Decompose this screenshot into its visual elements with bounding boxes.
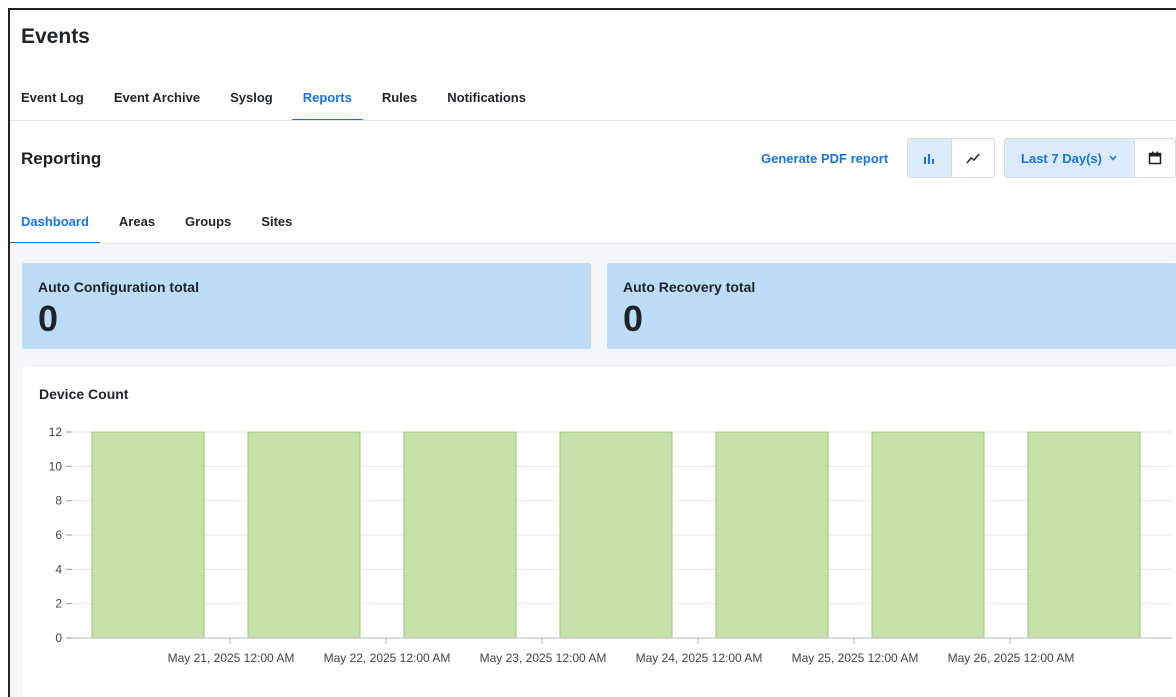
bar: [1027, 431, 1141, 639]
events-window: Events Event Log Event Archive Syslog Re…: [8, 8, 1176, 697]
bar: [871, 431, 985, 639]
reporting-title: Reporting: [21, 149, 102, 168]
date-range-label: Last 7 Day(s): [1021, 150, 1102, 166]
chevron-down-icon: [1109, 155, 1117, 161]
x-tick-label: May 23, 2025 12:00 AM: [480, 651, 607, 665]
device-count-chart: 0 2 4 6 8 10 12 May 21, 2025 12:00 AM May 22, 20…: [49, 425, 1172, 665]
bar: [559, 431, 673, 639]
x-tick-label: May 25, 2025 12:00 AM: [792, 651, 919, 665]
line-chart-icon: [966, 153, 980, 164]
tab-groups[interactable]: Groups: [174, 202, 242, 244]
bar-chart-icon: [924, 154, 935, 164]
kpi-auto-configuration: Auto Configuration total 0: [22, 263, 591, 349]
bar: [715, 431, 829, 639]
date-range-select[interactable]: Last 7 Day(s): [1005, 139, 1134, 177]
calendar-button[interactable]: [1134, 139, 1175, 177]
kpi-value: 0: [623, 298, 644, 339]
kpi-label: Auto Configuration total: [38, 279, 199, 295]
tab-notifications[interactable]: Notifications: [436, 78, 537, 121]
calendar-icon: [1148, 151, 1162, 165]
y-tick-label: 10: [49, 459, 63, 473]
line-view-button[interactable]: [950, 139, 995, 177]
kpi-auto-recovery: Auto Recovery total 0: [607, 263, 1176, 349]
bar: [247, 431, 361, 639]
y-tick-label: 0: [55, 631, 62, 645]
x-tick-label: May 21, 2025 12:00 AM: [168, 651, 295, 665]
report-sub-tabs: Dashboard Areas Groups Sites: [10, 202, 311, 244]
tab-event-archive[interactable]: Event Archive: [103, 78, 211, 121]
page-title: Events: [21, 25, 90, 48]
tab-syslog[interactable]: Syslog: [219, 78, 284, 121]
tab-sites[interactable]: Sites: [250, 202, 303, 244]
tab-reports[interactable]: Reports: [291, 78, 363, 121]
tab-rules[interactable]: Rules: [371, 78, 428, 121]
x-tick-label: May 26, 2025 12:00 AM: [948, 651, 1075, 665]
y-tick-label: 6: [55, 528, 62, 542]
device-count-card: Device Count 0 2 4 6 8 10 12 May 21, 2025 12:00…: [22, 367, 1176, 697]
tab-event-log[interactable]: Event Log: [10, 78, 95, 121]
bar: [403, 431, 517, 639]
tab-dashboard[interactable]: Dashboard: [10, 202, 100, 244]
x-tick-label: May 22, 2025 12:00 AM: [324, 651, 451, 665]
kpi-label: Auto Recovery total: [623, 279, 756, 295]
y-tick-label: 12: [49, 425, 63, 439]
y-tick-label: 2: [55, 597, 62, 611]
chart-view-toggle: [907, 138, 995, 178]
date-range-group: Last 7 Day(s): [1004, 138, 1176, 178]
main-tabs: Event Log Event Archive Syslog Reports R…: [10, 78, 545, 121]
bar-view-button[interactable]: [908, 139, 951, 177]
kpi-value: 0: [38, 298, 59, 339]
tab-areas[interactable]: Areas: [108, 202, 166, 244]
generate-pdf-link[interactable]: Generate PDF report: [761, 151, 888, 166]
dashboard-content: Auto Configuration total 0 Auto Recovery…: [10, 243, 1176, 697]
tabs-divider: [10, 120, 1176, 121]
y-tick-label: 8: [55, 494, 62, 508]
y-tick-label: 4: [55, 562, 62, 576]
bar: [91, 431, 205, 639]
x-tick-label: May 24, 2025 12:00 AM: [636, 651, 763, 665]
